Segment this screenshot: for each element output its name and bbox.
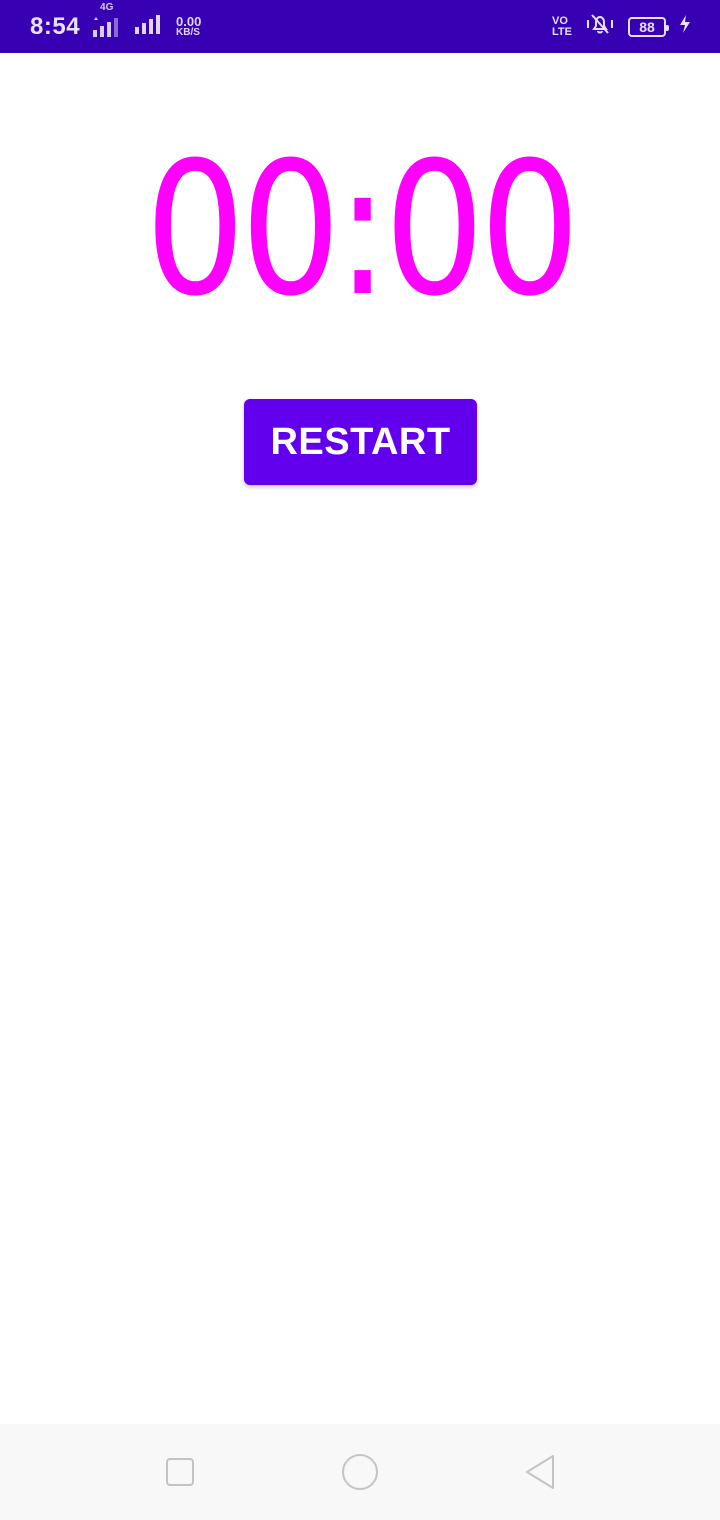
network-speed-unit: KB/S bbox=[176, 26, 200, 38]
recent-apps-icon[interactable] bbox=[160, 1452, 200, 1492]
volte-top-label: VO bbox=[552, 14, 568, 27]
signal-icon bbox=[134, 13, 164, 40]
signal-icon: 4G bbox=[92, 2, 122, 38]
volte-bottom-label: LTE bbox=[552, 25, 572, 38]
battery-icon: 88 bbox=[628, 16, 669, 37]
timer-display: 00:00 bbox=[144, 123, 580, 337]
network-type-label: 4G bbox=[100, 1, 114, 13]
network-speed-value: 0.00 bbox=[176, 13, 202, 29]
status-clock: 8:54 bbox=[30, 12, 81, 40]
vibrate-icon bbox=[584, 12, 616, 41]
status-right-group: VO LTE 88 bbox=[552, 12, 692, 41]
volte-icon: VO LTE bbox=[552, 14, 572, 38]
navigation-bar bbox=[0, 1424, 720, 1520]
charging-icon bbox=[678, 14, 692, 39]
home-icon[interactable] bbox=[340, 1452, 380, 1492]
back-icon[interactable] bbox=[520, 1452, 560, 1492]
status-bar: 8:54 4G 0.00 KB/S VO LTE 88 bbox=[0, 0, 720, 53]
network-speed: 0.00 KB/S bbox=[176, 13, 202, 38]
battery-level: 88 bbox=[639, 18, 655, 35]
restart-button[interactable]: RESTART bbox=[244, 399, 477, 485]
status-left-group: 8:54 4G 0.00 KB/S bbox=[30, 2, 202, 41]
